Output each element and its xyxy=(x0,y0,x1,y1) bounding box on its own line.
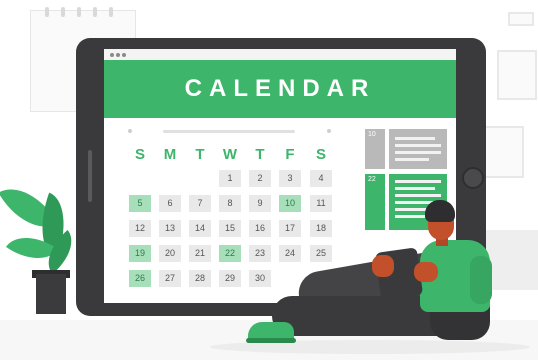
day-cell: 11 xyxy=(310,195,332,212)
day-cell: 6 xyxy=(159,195,181,212)
day-cell: 7 xyxy=(189,195,211,212)
wall-frame-right xyxy=(497,50,537,100)
window-dot-icon xyxy=(110,53,114,57)
calendar-title: CALENDAR xyxy=(184,75,376,102)
shelf-right xyxy=(486,230,538,290)
day-cell: 25 xyxy=(310,245,332,262)
person-hair xyxy=(425,200,455,222)
event-date-box: 22 xyxy=(365,174,385,230)
tablet-side-button xyxy=(88,150,92,202)
day-cell: 23 xyxy=(249,245,271,262)
weekday-label: W xyxy=(222,146,238,163)
day-cell: 18 xyxy=(310,220,332,237)
event-date-box: 10 xyxy=(365,129,385,169)
event-note-panel xyxy=(389,129,447,169)
event-date-label: 22 xyxy=(368,176,376,183)
person-shoe-sole xyxy=(246,338,296,343)
weekday-label: F xyxy=(285,146,295,163)
person-hand xyxy=(372,255,394,277)
weekday-label: S xyxy=(134,146,145,163)
pin-icon xyxy=(327,129,331,133)
day-cell: 16 xyxy=(249,220,271,237)
day-cell: 3 xyxy=(279,170,301,187)
wall-frame-top-right xyxy=(508,12,534,26)
person-arm xyxy=(470,256,492,304)
day-cell: 1 xyxy=(219,170,241,187)
day-cell: 4 xyxy=(310,170,332,187)
window-dot-icon xyxy=(116,53,120,57)
day-cell: 13 xyxy=(159,220,181,237)
day-cell: 29 xyxy=(219,270,241,287)
day-cell: 20 xyxy=(159,245,181,262)
day-cell: 12 xyxy=(129,220,151,237)
day-cell: 28 xyxy=(189,270,211,287)
day-cell-highlighted: 19 xyxy=(129,245,151,262)
weekday-label: M xyxy=(163,146,177,163)
day-cell: 27 xyxy=(159,270,181,287)
weekday-label: T xyxy=(255,146,265,163)
person-hand xyxy=(414,262,438,282)
day-cell-highlighted: 26 xyxy=(129,270,151,287)
day-cell: 2 xyxy=(249,170,271,187)
day-cell-highlighted: 10 xyxy=(279,195,301,212)
day-cell: 15 xyxy=(219,220,241,237)
weekday-label: T xyxy=(195,146,205,163)
day-cell: 8 xyxy=(219,195,241,212)
day-cell: 17 xyxy=(279,220,301,237)
day-cell: 30 xyxy=(249,270,271,287)
weekday-label: S xyxy=(315,146,326,163)
wall-frame-right-small xyxy=(480,126,524,178)
event-date-label: 10 xyxy=(368,131,376,138)
day-cell-highlighted: 22 xyxy=(219,245,241,262)
day-cell: 21 xyxy=(189,245,211,262)
screen-top-bar xyxy=(104,49,456,60)
day-cell: 24 xyxy=(279,245,301,262)
day-cell: 14 xyxy=(189,220,211,237)
day-cell-highlighted: 5 xyxy=(129,195,151,212)
window-dot-icon xyxy=(122,53,126,57)
month-bar xyxy=(163,130,295,133)
tablet-home-button xyxy=(462,167,484,189)
pin-icon xyxy=(128,129,132,133)
plant-pot xyxy=(36,274,66,314)
day-cell: 9 xyxy=(249,195,271,212)
